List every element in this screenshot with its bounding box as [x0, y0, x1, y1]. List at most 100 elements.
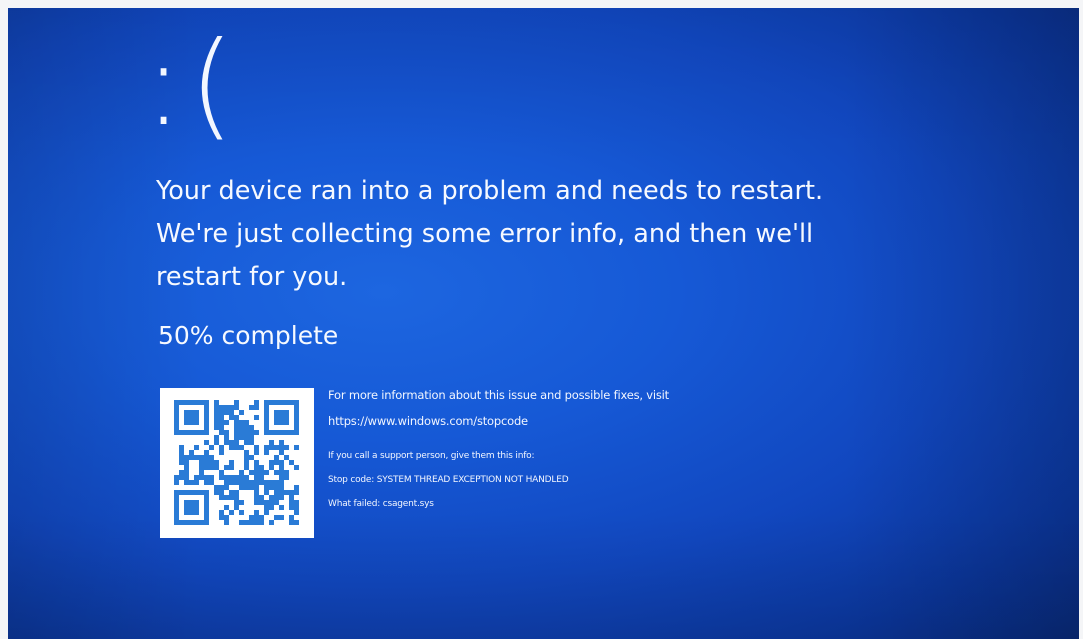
qr-finder-part [174, 490, 209, 495]
qr-module [254, 515, 259, 520]
qr-module [249, 480, 254, 485]
qr-module [239, 430, 244, 435]
qr-module [249, 515, 254, 520]
qr-module [229, 480, 234, 485]
qr-module [284, 470, 289, 475]
qr-module [199, 470, 204, 475]
qr-finder-part [274, 410, 289, 425]
qr-module [254, 415, 259, 420]
qr-module [219, 475, 224, 480]
qr-module [209, 480, 214, 485]
qr-module [274, 460, 279, 465]
qr-module [214, 400, 219, 405]
qr-module [264, 470, 269, 475]
stop-code: Stop code: SYSTEM THREAD EXCEPTION NOT H… [328, 475, 569, 485]
qr-module [264, 510, 269, 515]
error-message-line-2: We're just collecting some error info, a… [156, 219, 814, 249]
qr-module [239, 445, 244, 450]
qr-module [234, 480, 239, 485]
qr-module [239, 420, 244, 425]
qr-module [294, 465, 299, 470]
qr-module [274, 445, 279, 450]
qr-module [249, 425, 254, 430]
qr-module [244, 485, 249, 490]
qr-finder-part [174, 400, 209, 405]
qr-finder-part [174, 490, 179, 525]
qr-module [204, 480, 209, 485]
qr-module [294, 510, 299, 515]
qr-module [234, 440, 239, 445]
qr-module [239, 435, 244, 440]
qr-module [184, 480, 189, 485]
qr-module [249, 485, 254, 490]
qr-module [279, 505, 284, 510]
qr-module [239, 480, 244, 485]
qr-module [179, 450, 184, 455]
qr-module [264, 445, 269, 450]
qr-module [289, 500, 294, 505]
qr-module [189, 450, 194, 455]
qr-module [234, 435, 239, 440]
qr-module [184, 470, 189, 475]
qr-module [259, 465, 264, 470]
qr-module [194, 445, 199, 450]
qr-module [254, 405, 259, 410]
qr-module [229, 410, 234, 415]
qr-module [219, 420, 224, 425]
qr-module [234, 420, 239, 425]
stopcode-url[interactable]: https://www.windows.com/stopcode [328, 408, 828, 434]
qr-module [254, 430, 259, 435]
qr-module [254, 510, 259, 515]
qr-module [214, 460, 219, 465]
qr-module [239, 475, 244, 480]
qr-module [239, 425, 244, 430]
qr-module [219, 430, 224, 435]
qr-module [214, 485, 219, 490]
qr-module [204, 465, 209, 470]
qr-module [234, 505, 239, 510]
qr-module [254, 400, 259, 405]
qr-module [224, 485, 229, 490]
qr-module [244, 440, 249, 445]
qr-module [199, 455, 204, 460]
qr-module [239, 485, 244, 490]
qr-module [209, 475, 214, 480]
qr-module [279, 515, 284, 520]
qr-module [239, 470, 244, 475]
qr-module [254, 520, 259, 525]
qr-module [269, 445, 274, 450]
qr-module [189, 480, 194, 485]
qr-module [244, 520, 249, 525]
qr-module [264, 450, 269, 455]
qr-module [214, 465, 219, 470]
qr-module [194, 475, 199, 480]
qr-module [274, 515, 279, 520]
qr-module [289, 460, 294, 465]
qr-module [194, 480, 199, 485]
qr-module [219, 470, 224, 475]
qr-module [199, 460, 204, 465]
qr-finder-part [174, 520, 209, 525]
qr-module [249, 405, 254, 410]
qr-module [224, 430, 229, 435]
qr-module [224, 420, 229, 425]
qr-module [254, 470, 259, 475]
stop-info: For more information about this issue an… [328, 382, 828, 516]
qr-module [289, 495, 294, 500]
qr-module [274, 455, 279, 460]
qr-finder-part [264, 430, 299, 435]
qr-module [294, 445, 299, 450]
qr-module [254, 465, 259, 470]
qr-module [234, 430, 239, 435]
qr-module [179, 475, 184, 480]
qr-finder-part [264, 400, 299, 405]
qr-module [229, 445, 234, 450]
qr-module [199, 475, 204, 480]
qr-module [219, 490, 224, 495]
qr-code-icon [160, 388, 314, 538]
qr-finder-part [294, 400, 299, 435]
qr-module [244, 475, 249, 480]
qr-module [269, 495, 274, 500]
qr-module [259, 495, 264, 500]
